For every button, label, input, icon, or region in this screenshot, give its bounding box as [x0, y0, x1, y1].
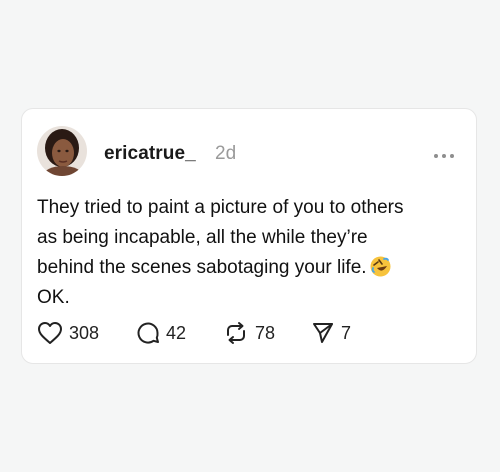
more-options-icon[interactable]: [432, 148, 456, 158]
post-text-line: OK.: [37, 287, 70, 308]
reply-count: 42: [166, 322, 187, 343]
repost-icon: [227, 322, 245, 344]
post-text-line: They tried to paint a picture of you to …: [37, 197, 404, 218]
rolling-laughing-emoji-icon: [370, 256, 391, 277]
heart-icon: [38, 322, 62, 344]
post-text: They tried to paint a picture of you to …: [37, 193, 467, 313]
repost-button[interactable]: 78: [223, 319, 275, 347]
share-button[interactable]: 7: [311, 319, 351, 347]
reply-button[interactable]: 42: [136, 319, 186, 347]
avatar-photo-icon: [37, 126, 87, 176]
post-card: ericatrue_ 2d They tried to paint a pict…: [21, 108, 477, 364]
username[interactable]: ericatrue_: [104, 143, 196, 165]
post-text-line: as being incapable, all the while they’r…: [37, 227, 368, 248]
comment-icon: [137, 322, 159, 344]
like-count: 308: [69, 322, 100, 343]
post-text-segment: behind the scenes sabotaging your life.: [37, 257, 367, 278]
post-text-line: behind the scenes sabotaging your life.: [37, 253, 467, 283]
post-timestamp: 2d: [215, 143, 237, 164]
send-icon: [313, 323, 333, 343]
like-button[interactable]: 308: [37, 319, 99, 347]
share-count: 7: [341, 322, 352, 343]
avatar[interactable]: [37, 126, 87, 176]
repost-count: 78: [255, 322, 276, 343]
